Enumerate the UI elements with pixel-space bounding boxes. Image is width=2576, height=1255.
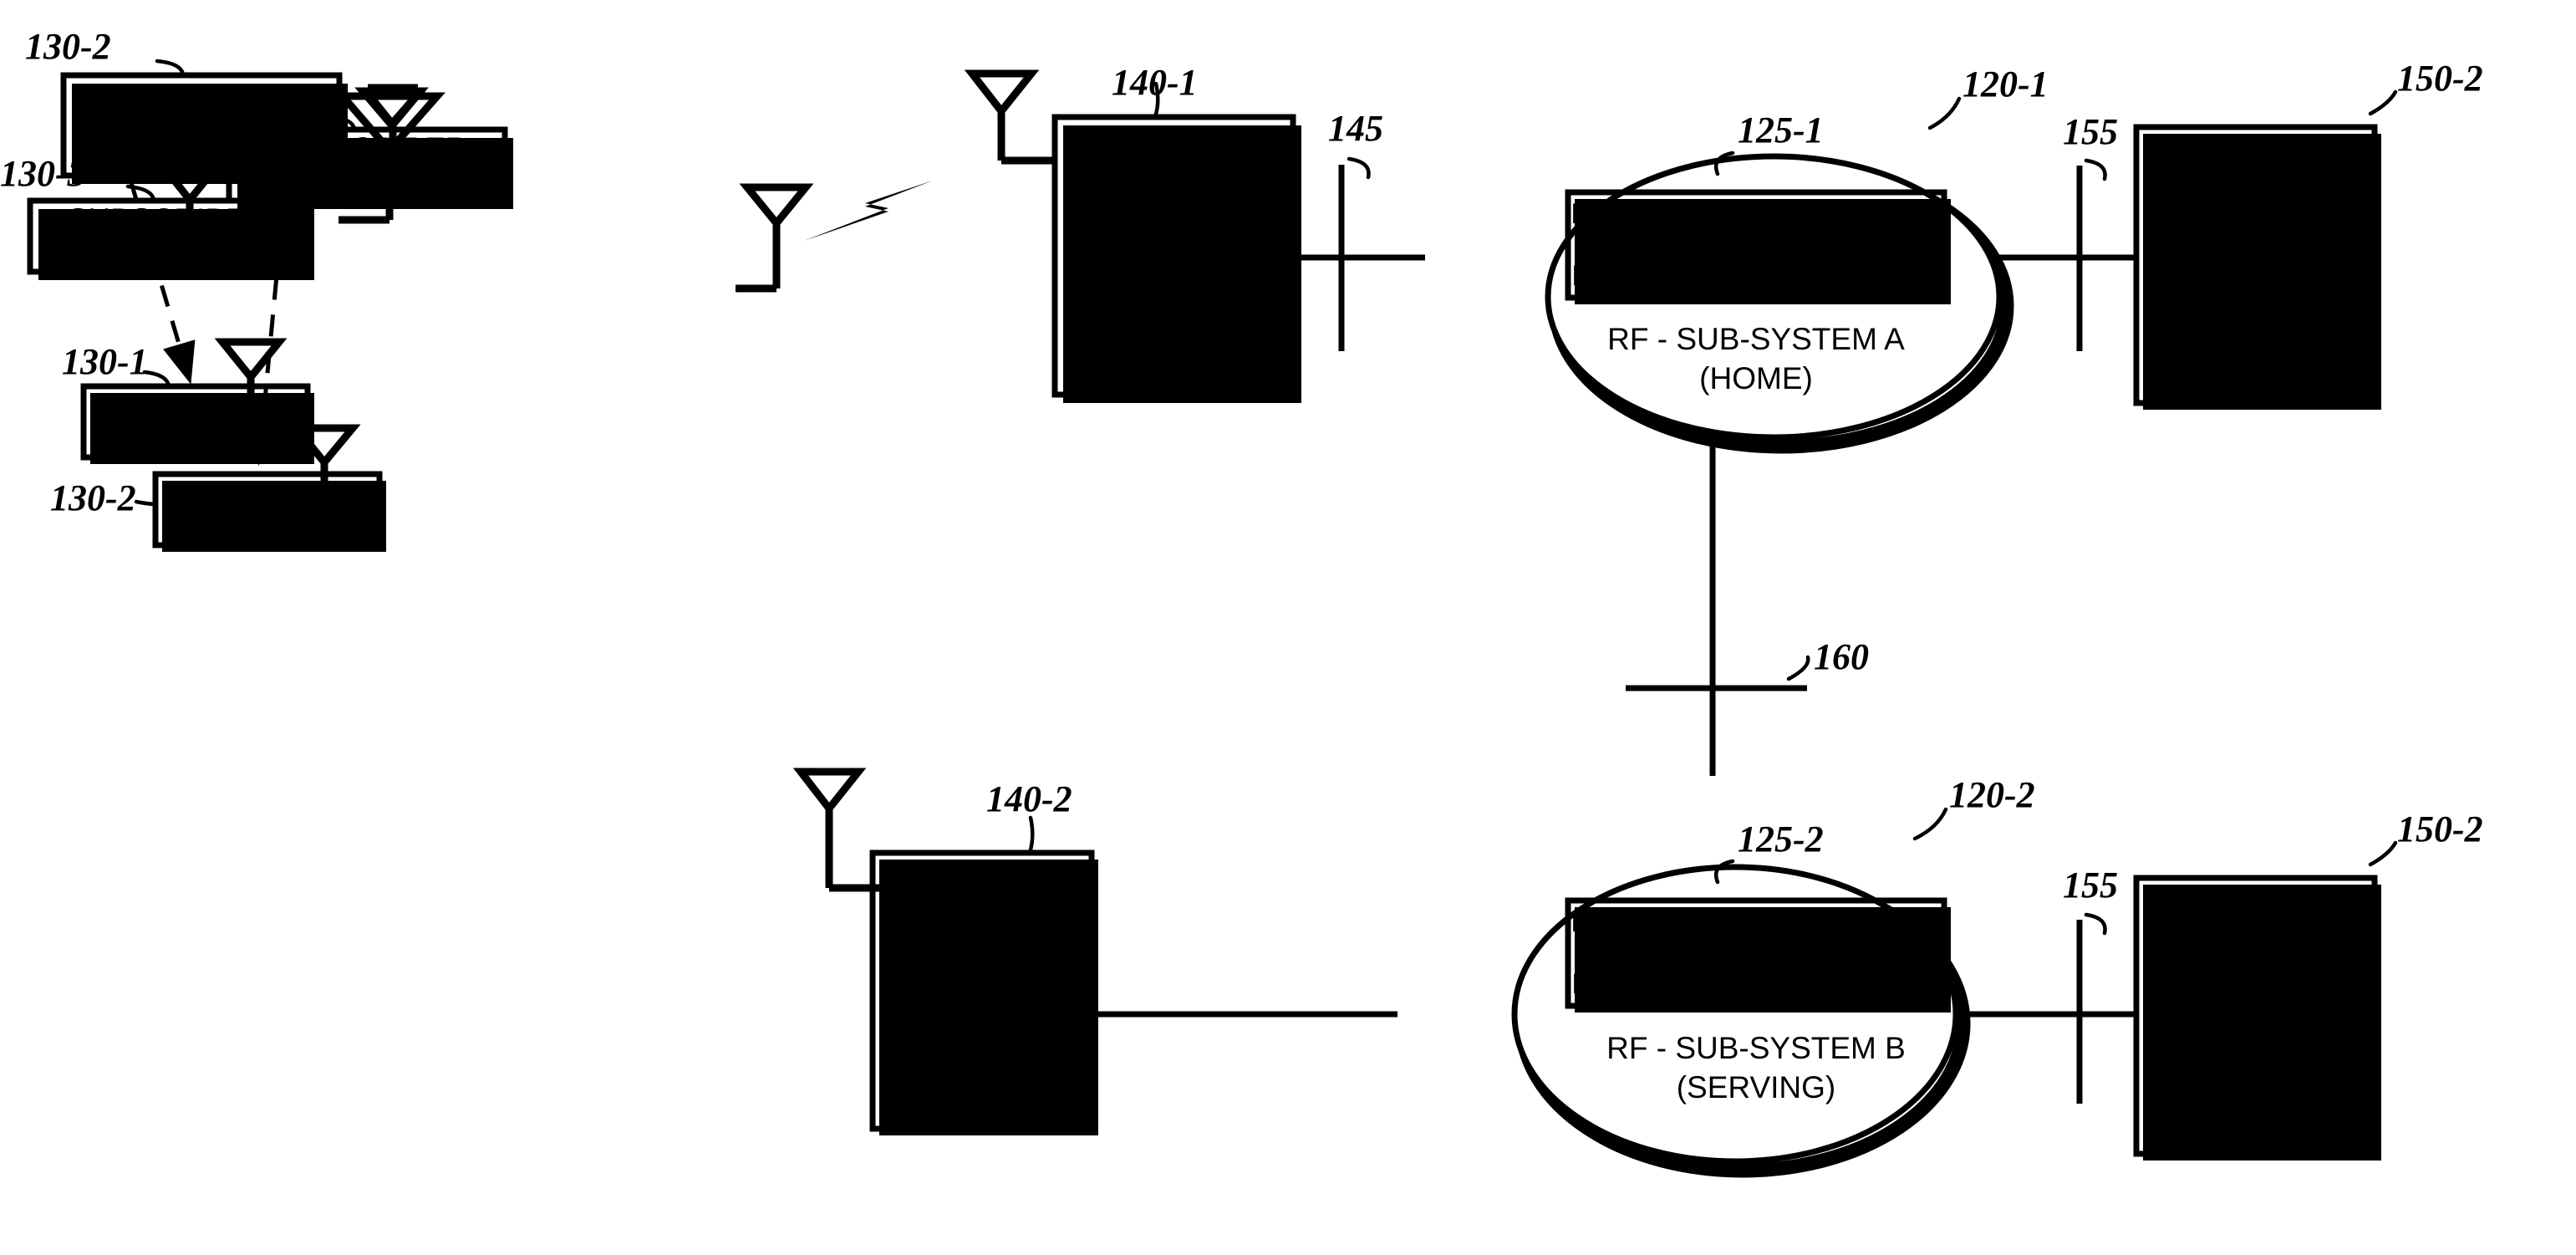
issi-module-1-line1: INTRA-RADIO FREQUENCY	[1571, 198, 1942, 230]
subscriber-unit-3-line2: UNIT 3	[120, 235, 217, 269]
patent-figure: SUBSCRIBER UNIT 2 130-2 SUBSCRIBER UNIT …	[0, 26, 2483, 1178]
issi-module-1-line3: INTERFACE (ISSI) MODULE	[1571, 260, 1941, 292]
fixed-station-1-group[interactable]: FIXED STATION 140-1	[964, 62, 1301, 403]
fixed-station-2-line2: STATION	[918, 999, 1047, 1033]
ref-label-145: 145	[1328, 108, 1383, 149]
subscriber-unit-1-top-group[interactable]: SUBSCRIBER UNIT 1 130-1	[201, 83, 513, 209]
rf-subsystem-a-group[interactable]: INTRA-RADIO FREQUENCY (RF) SUB-SYSTEMS I…	[1484, 64, 2049, 454]
ref-label-120-1: 120-1	[1963, 64, 2049, 105]
console-1-label: CONSOLE	[2180, 246, 2331, 280]
ref-label-140-1: 140-1	[1112, 62, 1198, 103]
fixed-station-2-line1: FIXED	[937, 961, 1028, 995]
fixed-station-2-group[interactable]: FIXED STATION 140-2	[792, 768, 1098, 1135]
issi-module-2-line3: INTERFACE (ISSI) MODULE	[1571, 968, 1941, 1000]
antenna-icon	[964, 69, 1055, 165]
ref-label-140-2: 140-2	[986, 778, 1072, 819]
ref-label-160: 160	[1814, 636, 1869, 677]
ref-label-155-top: 155	[2063, 111, 2118, 152]
issi-module-2-line1: INTRA-RADIO FREQUENCY	[1571, 906, 1942, 938]
rf-subsystem-b-line2: (SERVING)	[1677, 1070, 1836, 1105]
link-145-group: 145	[1293, 108, 1425, 351]
console-2-label: CONSOLE	[2180, 997, 2331, 1031]
subscriber-unit-1-top-line1: SUBSCRIBER	[267, 131, 468, 166]
ref-label-125-1: 125-1	[1738, 110, 1824, 150]
issi-module-2-line2: (RF) SUB-SYSTEMS	[1621, 937, 1890, 969]
subscriber-unit-1-bottom-line2: UNIT 1	[150, 419, 240, 451]
rf-subsystem-b-group[interactable]: INTRA-RADIO FREQUENCY (RF) SUB-SYSTEMS I…	[1511, 774, 2035, 1178]
ref-label-130-1-bottom: 130-1	[62, 341, 148, 382]
ref-label-130-3: 130-3	[0, 153, 86, 194]
fixed-station-1-line1: FIXED	[1129, 227, 1220, 262]
subscriber-unit-2-bottom-line2: UNIT 2	[222, 507, 312, 538]
ref-label-150-2-bottom: 150-2	[2397, 809, 2483, 849]
ref-label-150-2-top: 150-2	[2397, 58, 2483, 99]
patent-diagram-canvas: SUBSCRIBER UNIT 2 130-2 SUBSCRIBER UNIT …	[0, 0, 2576, 1255]
subscriber-unit-2-bottom-line1: SUBSCRIBER	[175, 476, 359, 508]
issi-module-1-line2: (RF) SUB-SYSTEMS	[1621, 229, 1890, 261]
link-155-bottom-group: 155	[1956, 865, 2136, 1104]
fixed-station-1-line2: STATION	[1110, 266, 1240, 300]
console-1-group[interactable]: CONSOLE 150-2	[2133, 58, 2483, 410]
ref-label-125-2: 125-2	[1738, 819, 1824, 860]
ref-label-155-bottom: 155	[2063, 865, 2118, 906]
link-155-top-group: 155	[1999, 111, 2136, 351]
box-shadow	[879, 860, 1098, 1135]
ref-label-130-1-top: 130-1	[201, 83, 287, 124]
ref-label-130-2-top: 130-2	[25, 26, 111, 67]
console-2-group[interactable]: CONSOLE 150-2	[2133, 809, 2483, 1161]
rf-subsystem-a-line1: RF - SUB-SYSTEM A	[1607, 322, 1905, 356]
rf-subsystem-b-line1: RF - SUB-SYSTEM B	[1606, 1031, 1906, 1065]
subscriber-unit-1-bottom-group[interactable]: SUBSCRIBER UNIT 1 130-1	[62, 338, 314, 464]
rf-signal-bolt-icon	[804, 181, 933, 241]
rf-subsystem-a-line2: (HOME)	[1699, 361, 1813, 395]
antenna-icon-su1-radiator	[736, 183, 814, 293]
subscriber-unit-1-bottom-line1: SUBSCRIBER	[103, 388, 288, 420]
subscriber-unit-1-top-line2: UNIT 1	[318, 164, 416, 198]
ref-label-120-2: 120-2	[1949, 774, 2035, 815]
subscriber-unit-3-line1: SUBSCRIBER	[68, 202, 269, 237]
link-160-group: 160	[1626, 433, 1869, 776]
box-shadow	[1063, 125, 1301, 403]
ref-label-130-2-bottom: 130-2	[50, 477, 136, 518]
